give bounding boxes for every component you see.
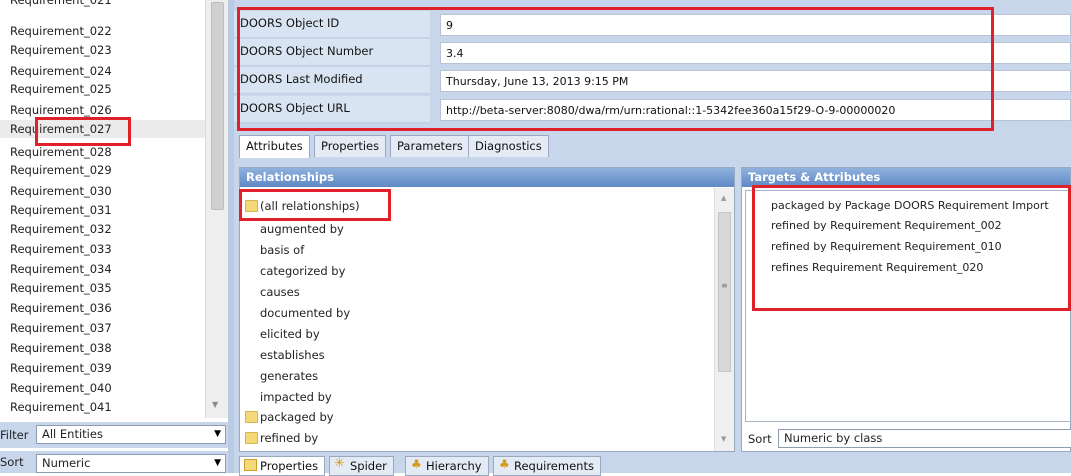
list-item[interactable]: Requirement_041 — [0, 398, 205, 416]
tab-label: Hierarchy — [426, 459, 482, 473]
sort-value: Numeric — [42, 456, 91, 470]
object-number-row: DOORS Object Number 3.4 — [234, 39, 1071, 66]
sort-label: Sort — [0, 455, 24, 469]
object-id-label: DOORS Object ID — [234, 11, 430, 38]
list-item[interactable]: Requirement_031 — [0, 201, 205, 219]
targets-sort-label: Sort — [748, 432, 772, 446]
targets-panel: Targets & Attributes packaged by Package… — [741, 167, 1071, 452]
tab-spider[interactable]: Spider — [329, 455, 394, 476]
object-url-row: DOORS Object URL http://beta-server:8080… — [234, 96, 1071, 123]
filter-value: All Entities — [42, 427, 103, 441]
object-number-label: DOORS Object Number — [234, 39, 430, 66]
relationship-item[interactable]: augmented by — [260, 219, 344, 240]
relationship-item[interactable]: elicited by — [260, 324, 320, 345]
filter-label: Filter — [0, 428, 29, 442]
object-url-field[interactable]: http://beta-server:8080/dwa/rm/urn:ratio… — [440, 99, 1071, 121]
scroll-down-arrow-icon[interactable]: ▼ — [212, 400, 218, 409]
relationship-item[interactable]: categorized by — [260, 261, 345, 282]
scrollbar-thumb[interactable] — [211, 2, 224, 210]
relationship-item[interactable]: causes — [260, 282, 300, 303]
list-item[interactable]: refined by Requirement Requirement_002 — [771, 219, 1002, 232]
tab-requirements[interactable]: Requirements — [493, 455, 601, 476]
tab-properties[interactable]: Properties — [314, 135, 387, 157]
scrollbar-thumb[interactable]: ≡ — [718, 212, 731, 372]
object-number-field[interactable]: 3.4 — [440, 42, 1071, 64]
tab-label: Properties — [260, 459, 319, 473]
list-item[interactable]: Requirement_037 — [0, 319, 205, 337]
properties-icon — [244, 459, 257, 471]
list-item[interactable]: Requirement_028 — [0, 143, 205, 161]
hierarchy-icon — [410, 455, 423, 473]
targets-sort-select[interactable]: Numeric by class — [778, 429, 1071, 448]
relationship-item[interactable]: basis of — [260, 240, 304, 261]
tab-attributes[interactable]: Attributes — [239, 135, 310, 158]
list-item[interactable]: Requirement_040 — [0, 379, 205, 397]
requirements-icon — [498, 455, 511, 473]
relationship-item[interactable]: refined by — [260, 428, 318, 449]
tab-label: Spider — [350, 459, 387, 473]
bottom-tab-bar: Properties Spider Hierarchy Requirements — [239, 455, 1071, 476]
chevron-down-icon[interactable]: ▼ — [214, 455, 221, 472]
filter-row: Filter All Entities ▼ — [0, 422, 228, 448]
filter-select[interactable]: All Entities ▼ — [36, 425, 226, 444]
list-item[interactable]: packaged by Package DOORS Requirement Im… — [771, 199, 1049, 212]
sort-row: Sort Numeric ▼ — [0, 451, 228, 473]
folder-icon — [245, 432, 258, 444]
relationship-item[interactable]: packaged by — [260, 407, 334, 428]
relationship-item[interactable]: documented by — [260, 303, 350, 324]
targets-sort-value: Numeric by class — [784, 431, 883, 445]
last-modified-label: DOORS Last Modified — [234, 67, 430, 94]
requirements-pane: Requirement_021 Requirement_022 Requirem… — [0, 0, 228, 473]
last-modified-row: DOORS Last Modified Thursday, June 13, 2… — [234, 67, 1071, 94]
list-item[interactable]: Requirement_023 — [0, 41, 205, 59]
targets-header: Targets & Attributes — [742, 168, 1070, 187]
last-modified-field[interactable]: Thursday, June 13, 2013 9:15 PM — [440, 70, 1071, 92]
list-item[interactable]: Requirement_038 — [0, 339, 205, 357]
tab-parameters[interactable]: Parameters — [390, 135, 470, 157]
requirements-scrollbar[interactable]: ▼ — [205, 0, 228, 418]
list-item[interactable]: Requirement_034 — [0, 260, 205, 278]
scroll-up-arrow-icon[interactable]: ▲ — [721, 194, 726, 202]
tab-hierarchy[interactable]: Hierarchy — [405, 455, 489, 476]
relationship-item-all[interactable]: (all relationships) — [260, 196, 360, 217]
list-item[interactable]: refined by Requirement Requirement_010 — [771, 240, 1002, 253]
list-item[interactable]: refines Requirement Requirement_020 — [771, 261, 983, 274]
chevron-down-icon[interactable]: ▼ — [214, 426, 221, 443]
object-url-label: DOORS Object URL — [234, 96, 430, 123]
relationship-item[interactable]: impacted by — [260, 387, 332, 408]
list-item[interactable]: Requirement_035 — [0, 279, 205, 297]
list-item-selected[interactable]: Requirement_027 — [0, 120, 205, 138]
list-item[interactable]: Requirement_029 — [0, 161, 205, 179]
list-item[interactable]: Requirement_036 — [0, 299, 205, 317]
list-item[interactable]: Requirement_033 — [0, 240, 205, 258]
sort-select[interactable]: Numeric ▼ — [36, 454, 226, 473]
folder-icon — [245, 200, 258, 212]
folder-icon — [245, 411, 258, 423]
scroll-down-arrow-icon[interactable]: ▼ — [721, 435, 726, 443]
list-item[interactable]: Requirement_026 — [0, 101, 205, 119]
list-item[interactable]: Requirement_030 — [0, 182, 205, 200]
relationship-item[interactable]: generates — [260, 366, 318, 387]
object-id-row: DOORS Object ID 9 — [234, 11, 1071, 38]
relationships-scrollbar[interactable]: ▲ ≡ ▼ — [714, 188, 734, 451]
list-item[interactable]: Requirement_021 — [0, 0, 205, 9]
list-item[interactable]: Requirement_024 — [0, 62, 205, 80]
attributes-tab-bar: Attributes Properties Parameters Diagnos… — [234, 135, 1071, 158]
list-item[interactable]: Requirement_025 — [0, 80, 205, 98]
requirements-list: Requirement_021 Requirement_022 Requirem… — [0, 0, 205, 418]
tab-label: Requirements — [514, 459, 594, 473]
relationship-item[interactable]: establishes — [260, 345, 325, 366]
relationships-panel: Relationships (all relationships) augmen… — [239, 167, 735, 452]
list-item[interactable]: Requirement_039 — [0, 359, 205, 377]
details-pane: DOORS Object ID 9 DOORS Object Number 3.… — [234, 0, 1071, 476]
spider-icon — [334, 455, 347, 473]
tab-diagnostics[interactable]: Diagnostics — [468, 135, 549, 157]
list-item[interactable]: Requirement_022 — [0, 22, 205, 40]
list-item[interactable]: Requirement_032 — [0, 220, 205, 238]
targets-list: packaged by Package DOORS Requirement Im… — [745, 190, 1071, 422]
grip-icon: ≡ — [721, 281, 728, 290]
tab-properties-bottom[interactable]: Properties — [239, 456, 326, 476]
object-id-field[interactable]: 9 — [440, 14, 1071, 36]
relationships-header: Relationships — [240, 168, 734, 187]
